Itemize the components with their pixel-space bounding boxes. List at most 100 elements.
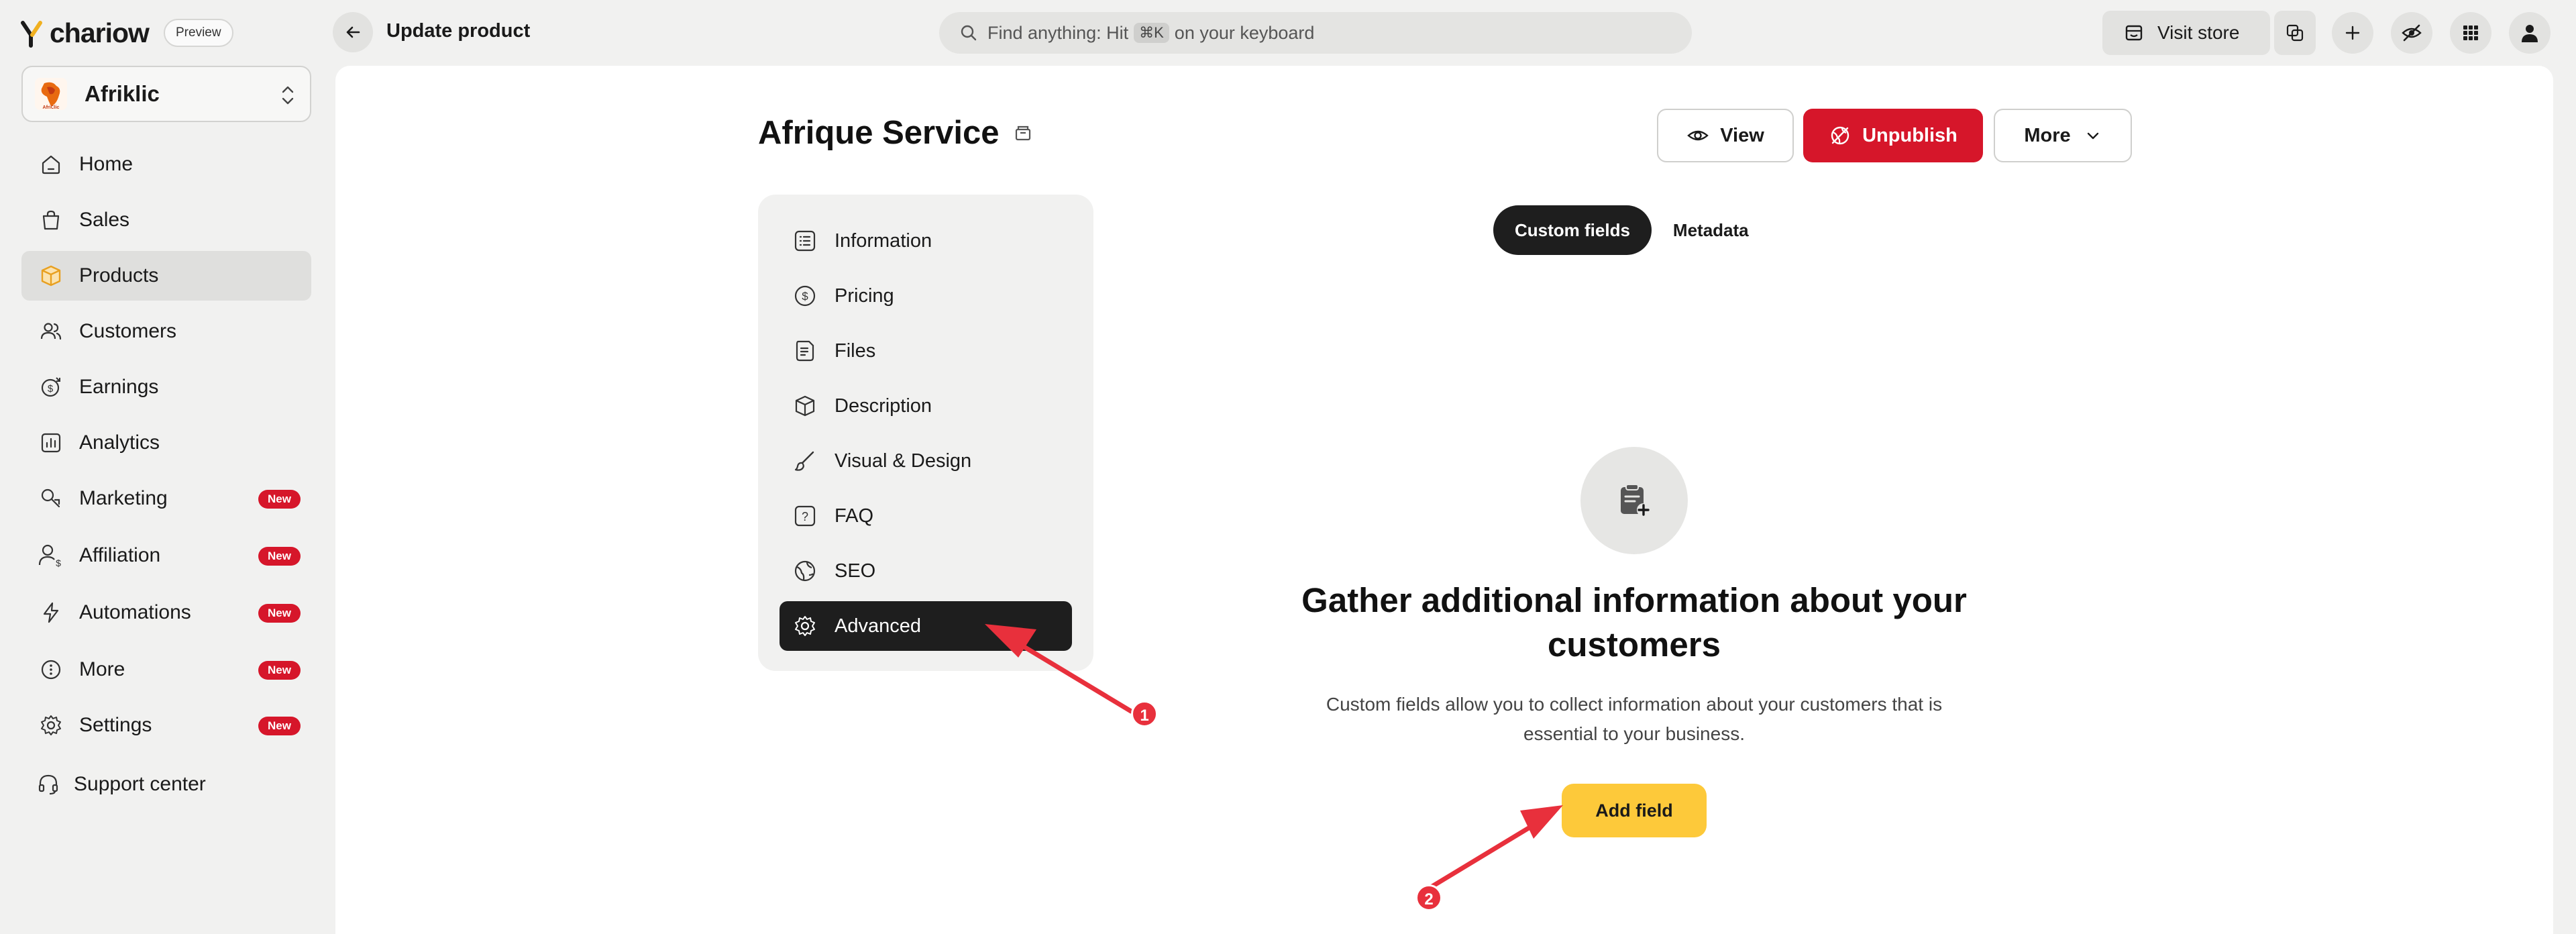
advanced-tabs: Custom fields Metadata [1493,205,1770,255]
sidebar-item-home[interactable]: Home [21,140,311,189]
store-icon [2125,25,2143,41]
search-shortcut: ⌘K [1134,23,1169,43]
sidebar-item-customers[interactable]: Customers [21,307,311,356]
megaphone-icon [36,484,66,513]
visit-store-button[interactable]: Visit store [2102,11,2270,55]
main-content: Afrique Service View Unpublish More Info… [335,66,2553,934]
coin-icon: $ [36,372,66,402]
top-bar: chariow Preview Update product Find anyt… [0,0,2576,66]
empty-state-icon [1580,447,1688,554]
tab-metadata[interactable]: Metadata [1652,205,1770,255]
menu-item-faq[interactable]: ? FAQ [780,491,1072,541]
menu-item-label: Visual & Design [835,450,972,472]
sidebar-item-label: Customers [79,320,177,342]
menu-item-visual-design[interactable]: Visual & Design [780,436,1072,486]
sidebar-item-sales[interactable]: Sales [21,195,311,245]
unpublish-button[interactable]: Unpublish [1803,109,1983,162]
product-title: Afrique Service [758,114,1033,152]
account-button[interactable] [2509,12,2551,54]
page-heading: Update product [386,20,531,42]
user-icon [2522,25,2538,42]
menu-item-seo[interactable]: SEO [780,546,1072,596]
new-badge: New [258,547,301,566]
search-suffix: on your keyboard [1174,22,1315,43]
menu-item-description[interactable]: Description [780,381,1072,431]
preview-badge: Preview [164,19,233,47]
list-icon [792,227,818,254]
sidebar-item-settings[interactable]: Settings New [21,701,311,750]
gear-icon [36,711,66,740]
form-add-icon [1621,484,1650,517]
box-icon [36,261,66,291]
chevron-up-down-icon [282,86,294,105]
tab-custom-fields[interactable]: Custom fields [1493,205,1652,255]
sidebar-item-more[interactable]: More New [21,645,311,694]
grid-icon [2463,25,2478,40]
search-prefix: Find anything: Hit [987,22,1129,43]
add-button[interactable] [2332,12,2373,54]
svg-text:?: ? [802,510,808,523]
question-icon: ? [792,503,818,529]
shopping-bag-icon [36,205,66,235]
search-bar[interactable]: Find anything: Hit ⌘K on your keyboard [939,12,1692,54]
sidebar-item-products[interactable]: Products [21,251,311,301]
chariow-logo-icon [21,20,42,48]
cube-icon [792,393,818,419]
chart-icon [36,428,66,458]
svg-text:$: $ [48,383,54,395]
eye-off-icon [2402,24,2422,42]
sidebar-item-label: Products [79,264,159,287]
sidebar-item-analytics[interactable]: Analytics [21,418,311,468]
gear-icon [792,613,818,639]
sidebar-item-label: Affiliation [79,544,161,566]
arrow-left-icon [346,26,360,38]
menu-item-advanced[interactable]: Advanced [780,601,1072,651]
sidebar-item-label: Earnings [79,376,159,398]
sidebar-item-affiliation[interactable]: $ Affiliation New [21,531,311,580]
annotation-badge-1: 1 [1131,701,1158,727]
svg-text:$: $ [802,290,808,303]
sidebar-item-support-center[interactable]: Support center [21,760,311,809]
menu-item-information[interactable]: Information [780,216,1072,266]
add-field-button[interactable]: Add field [1562,784,1707,837]
sidebar-item-earnings[interactable]: $ Earnings [21,362,311,412]
back-button[interactable] [333,12,373,52]
new-badge: New [258,717,301,735]
sidebar-item-automations[interactable]: Automations New [21,588,311,637]
store-switcher[interactable]: AfriClic Afriklic [21,66,311,122]
menu-item-label: Description [835,395,932,417]
sidebar-item-label: Home [79,153,133,175]
sidebar-item-label: Settings [79,714,152,736]
menu-item-pricing[interactable]: $ Pricing [780,271,1072,321]
chariow-logo[interactable]: chariow [20,17,150,49]
hide-preview-button[interactable] [2391,12,2432,54]
search-icon [961,25,977,41]
users-icon [36,317,66,346]
plus-icon [2345,25,2360,40]
view-button[interactable]: View [1657,109,1794,162]
sidebar-item-marketing[interactable]: Marketing New [21,474,311,523]
view-label: View [1720,124,1764,146]
more-label: More [2024,124,2071,146]
eye-icon [1687,130,1709,141]
logo-text: chariow [50,17,150,48]
sidebar-item-label: Sales [79,209,130,231]
dollar-circle-icon: $ [792,282,818,309]
menu-item-files[interactable]: Files [780,326,1072,376]
home-icon [36,150,66,179]
svg-text:AfriClic: AfriClic [43,105,60,110]
copy-link-button[interactable] [2274,11,2316,55]
bolt-icon [36,598,66,627]
archive-icon[interactable] [1013,123,1033,143]
apps-button[interactable] [2450,12,2491,54]
visit-store-label: Visit store [2157,22,2240,43]
annotation-badge-2: 2 [1415,884,1442,911]
new-badge: New [258,490,301,509]
file-icon [792,338,818,364]
sidebar-item-label: Automations [79,601,191,623]
headset-icon [34,770,63,799]
more-actions-button[interactable]: More [1994,109,2132,162]
store-logo: AfriClic [35,78,67,110]
sidebar-item-label: Analytics [79,431,160,454]
menu-item-label: Files [835,340,876,362]
